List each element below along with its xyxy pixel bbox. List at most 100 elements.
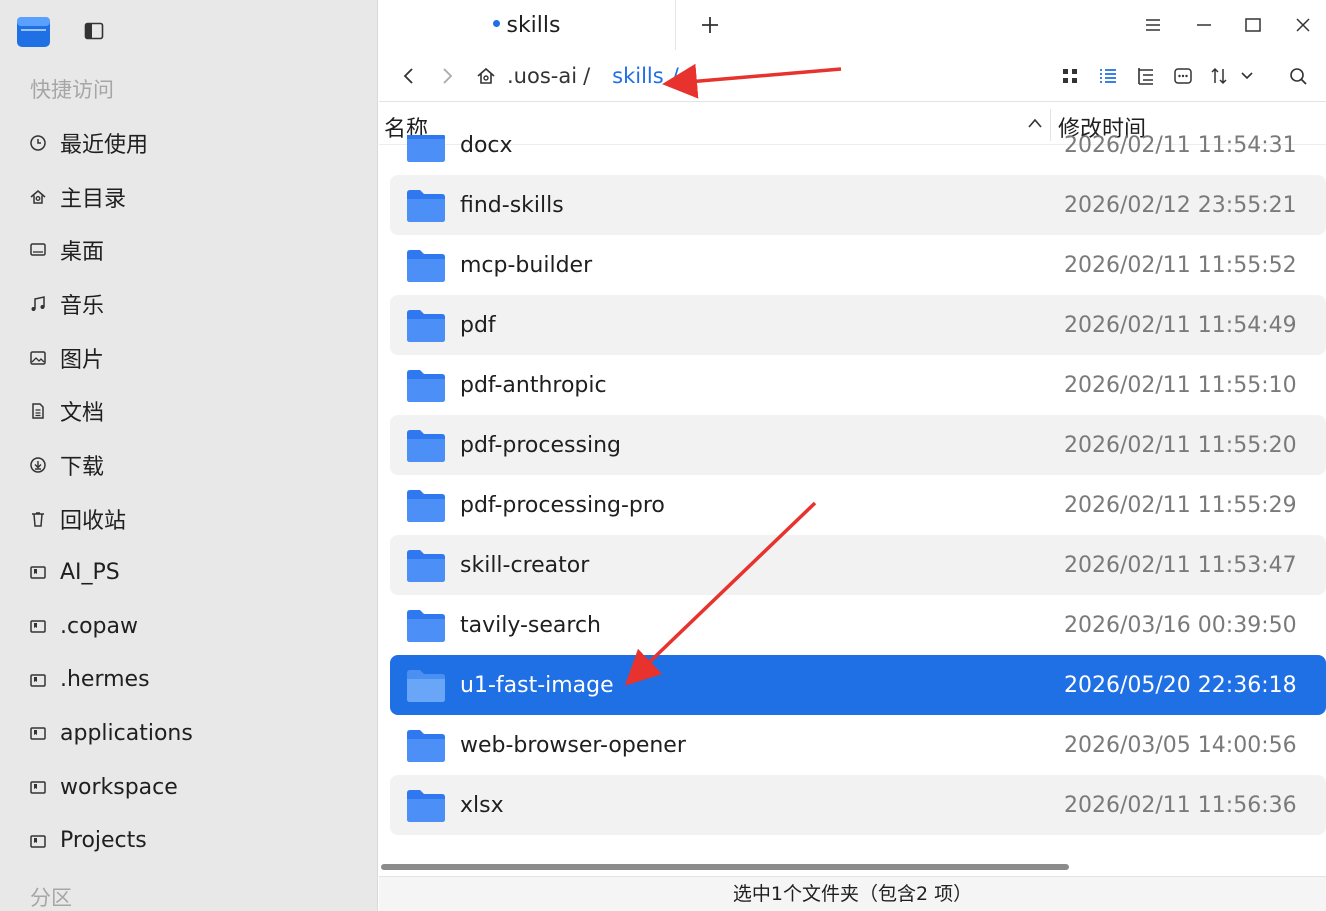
- new-tab-button[interactable]: [697, 12, 723, 38]
- document-icon: [28, 401, 48, 421]
- folder-icon: [406, 307, 446, 343]
- file-name: web-browser-opener: [460, 732, 686, 758]
- folder-icon: [406, 667, 446, 703]
- folder-icon: [406, 367, 446, 403]
- file-row[interactable]: xlsx 2026/02/11 11:56:36: [390, 775, 1326, 835]
- minimize-button[interactable]: [1193, 14, 1215, 36]
- partition-title: 分区: [30, 886, 72, 910]
- file-modified-time: 2026/02/11 11:55:29: [1064, 492, 1297, 518]
- clock-icon: [28, 133, 48, 153]
- sort-ascending-icon[interactable]: [1027, 117, 1043, 129]
- file-name: xlsx: [460, 792, 504, 818]
- sidebar-item-label: 文档: [60, 401, 105, 427]
- sidebar-item-label: 回收站: [60, 508, 127, 534]
- file-modified-time: 2026/05/20 22:36:18: [1064, 672, 1297, 698]
- maximize-button[interactable]: [1242, 14, 1264, 36]
- desktop-icon: [28, 240, 48, 260]
- sidebar-toggle-icon[interactable]: [84, 22, 104, 40]
- sidebar-item-label: 桌面: [60, 240, 105, 266]
- sidebar-nav: 最近使用主目录桌面音乐图片文档下载回收站 AI_PS .copaw .hermes ap…: [0, 116, 378, 868]
- preview-icon[interactable]: [1172, 65, 1194, 87]
- file-modified-time: 2026/03/05 14:00:56: [1064, 732, 1297, 758]
- file-row[interactable]: u1-fast-image 2026/05/20 22:36:18: [390, 655, 1326, 715]
- tree-view-icon[interactable]: [1135, 65, 1157, 87]
- bookmark-folder-icon: [28, 670, 48, 690]
- file-name: pdf-processing-pro: [460, 492, 665, 518]
- sidebar-item-workspace[interactable]: workspace: [0, 760, 378, 814]
- quick-access-title: 快捷访问: [30, 78, 114, 102]
- file-row[interactable]: docx 2026/02/11 11:54:31: [390, 135, 1326, 175]
- folder-icon: [406, 607, 446, 643]
- file-modified-time: 2026/02/11 11:55:20: [1064, 432, 1297, 458]
- file-row[interactable]: tavily-search 2026/03/16 00:39:50: [390, 595, 1326, 655]
- file-name: pdf: [460, 312, 496, 338]
- folder-icon: [406, 487, 446, 523]
- sidebar-item-[interactable]: 桌面: [0, 223, 378, 277]
- breadcrumb-separator-active: /: [671, 64, 679, 88]
- sidebar: 快捷访问 最近使用主目录桌面音乐图片文档下载回收站 AI_PS .copaw .her…: [0, 0, 378, 911]
- sidebar-item-copaw[interactable]: .copaw: [0, 599, 378, 653]
- chevron-down-icon[interactable]: [1236, 65, 1258, 87]
- sidebar-item-applications[interactable]: applications: [0, 707, 378, 761]
- sidebar-item-label: 主目录: [60, 186, 127, 212]
- main-panel: skills .uos-ai / skills / 名称 修改时间 docx 2…: [379, 0, 1326, 911]
- sidebar-item-[interactable]: 回收站: [0, 492, 378, 546]
- folder-icon: [406, 247, 446, 283]
- file-row[interactable]: pdf-processing 2026/02/11 11:55:20: [390, 415, 1326, 475]
- file-row[interactable]: mcp-builder 2026/02/11 11:55:52: [390, 235, 1326, 295]
- tab-skills[interactable]: skills: [379, 0, 676, 50]
- forward-button[interactable]: [436, 65, 458, 87]
- file-modified-time: 2026/02/11 11:55:52: [1064, 252, 1297, 278]
- file-row[interactable]: find-skills 2026/02/12 23:55:21: [390, 175, 1326, 235]
- list-view-icon[interactable]: [1097, 65, 1119, 87]
- breadcrumb-uos-ai[interactable]: .uos-ai: [507, 64, 577, 88]
- sidebar-item-label: applications: [60, 720, 193, 746]
- sidebar-item-[interactable]: 文档: [0, 384, 378, 438]
- file-row[interactable]: skill-creator 2026/02/11 11:53:47: [390, 535, 1326, 595]
- sort-icon[interactable]: [1208, 65, 1230, 87]
- file-row[interactable]: pdf 2026/02/11 11:54:49: [390, 295, 1326, 355]
- bookmark-folder-icon: [28, 777, 48, 797]
- sidebar-item-label: 下载: [60, 454, 105, 480]
- file-modified-time: 2026/02/11 11:55:10: [1064, 372, 1297, 398]
- bookmark-folder-icon: [28, 562, 48, 582]
- file-name: tavily-search: [460, 612, 602, 638]
- close-button[interactable]: [1292, 14, 1314, 36]
- file-list: docx 2026/02/11 11:54:31 find-skills 2026/0…: [390, 135, 1326, 860]
- breadcrumb-skills[interactable]: skills: [612, 64, 664, 88]
- status-text: 选中1个文件夹（包含2 项）: [732, 883, 973, 905]
- sidebar-item-aips[interactable]: AI_PS: [0, 546, 378, 600]
- sidebar-item-projects[interactable]: Projects: [0, 814, 378, 868]
- folder-icon: [406, 187, 446, 223]
- sidebar-item-[interactable]: 音乐: [0, 277, 378, 331]
- horizontal-scrollbar[interactable]: [381, 864, 1069, 870]
- file-name: mcp-builder: [460, 252, 593, 278]
- folder-icon: [406, 427, 446, 463]
- bookmark-folder-icon: [28, 723, 48, 743]
- sidebar-item-[interactable]: 最近使用: [0, 116, 378, 170]
- sidebar-item-[interactable]: 主目录: [0, 170, 378, 224]
- sidebar-item-label: 音乐: [60, 293, 105, 319]
- sidebar-item-label: Projects: [60, 828, 147, 854]
- file-row[interactable]: pdf-processing-pro 2026/02/11 11:55:29: [390, 475, 1326, 535]
- home-icon[interactable]: [475, 65, 497, 87]
- back-button[interactable]: [398, 65, 420, 87]
- file-name: pdf-anthropic: [460, 372, 607, 398]
- toolbar: .uos-ai / skills /: [379, 50, 1326, 102]
- breadcrumb-separator: /: [583, 64, 591, 88]
- sidebar-item-[interactable]: 下载: [0, 438, 378, 492]
- file-name: docx: [460, 135, 513, 158]
- search-icon[interactable]: [1287, 65, 1309, 87]
- status-bar: 选中1个文件夹（包含2 项）: [379, 876, 1326, 911]
- file-modified-time: 2026/02/11 11:53:47: [1064, 552, 1297, 578]
- file-row[interactable]: web-browser-opener 2026/03/05 14:00:56: [390, 715, 1326, 775]
- bookmark-folder-icon: [28, 616, 48, 636]
- folder-icon: [406, 787, 446, 823]
- icon-view-icon[interactable]: [1059, 65, 1081, 87]
- sidebar-item-label: .copaw: [60, 613, 138, 639]
- sidebar-item-hermes[interactable]: .hermes: [0, 653, 378, 707]
- file-manager-logo-icon: [17, 17, 50, 47]
- file-row[interactable]: pdf-anthropic 2026/02/11 11:55:10: [390, 355, 1326, 415]
- menu-icon[interactable]: [1142, 14, 1164, 36]
- sidebar-item-[interactable]: 图片: [0, 331, 378, 385]
